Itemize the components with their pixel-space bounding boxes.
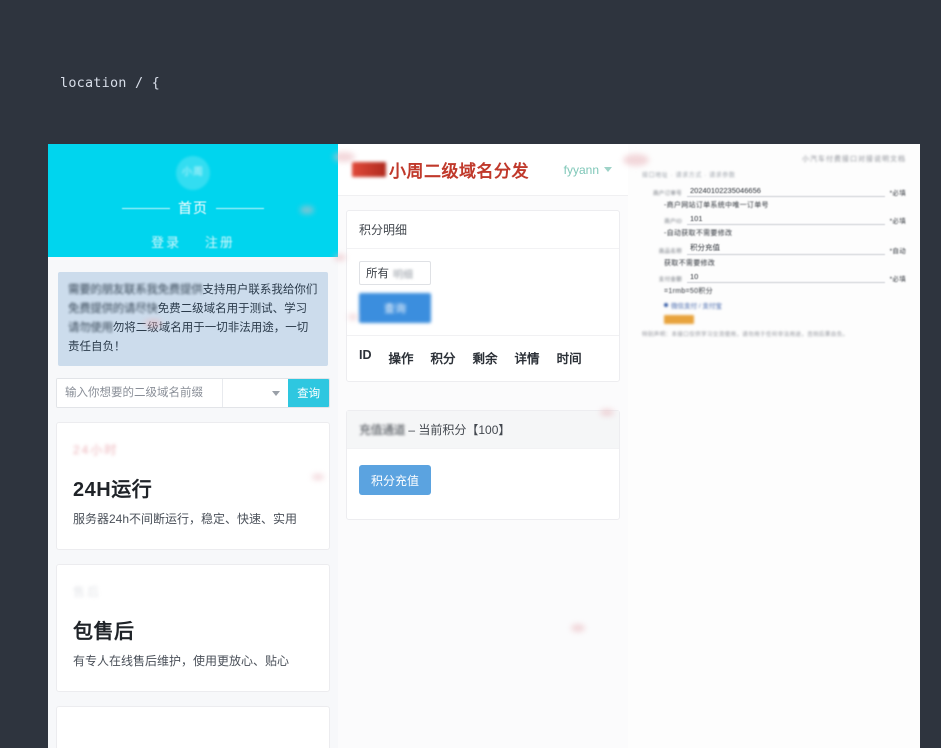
payment-doc-panel: 小汽车付费接口对接说明文档 接口地址 · 请求方式 · 请求参数 商户订单号 2… — [628, 144, 920, 748]
column-details: 详情 — [514, 352, 540, 366]
feature-card-desc: 有专人在线售后维护，使用更放心、贴心 — [73, 654, 290, 668]
feature-card-third-cutoff — [56, 706, 330, 748]
submit-button[interactable] — [664, 315, 694, 324]
recharge-card: 充值通道 – 当前积分【100】 积分充值 — [346, 410, 620, 520]
field-note: -自动获取不需要修改 — [664, 230, 733, 237]
domain-search-row: 查询 — [56, 378, 330, 408]
chevron-down-icon — [272, 390, 281, 396]
recharge-card-body: 积分充值 — [347, 449, 619, 519]
form-row-order-no: 商户订单号 20240102235046656 *必填 — [642, 186, 906, 197]
card-deco-mark: 24小时 — [73, 443, 119, 457]
amount-field[interactable]: 10 — [687, 272, 885, 283]
field-required-mark: *必填 — [889, 276, 906, 283]
code-line-1: location / { — [60, 75, 160, 91]
recharge-channel-label: 充值通道 — [359, 423, 406, 437]
field-label: 商户订单号 — [652, 191, 682, 197]
field-auto-mark: *自动 — [889, 248, 906, 255]
field-label: 商户ID — [664, 219, 682, 225]
points-type-tail: 明细 — [393, 269, 413, 281]
admin-panel: 小周二级域名分发 fyyann 积分明细 所有 明细 查询 ID 操作 积分 剩… — [338, 144, 628, 748]
rule-left — [122, 207, 170, 209]
doc-footer-note: 特别声明：本接口仅供学习交流使用，请勿用于任何非法用途，否则后果自负。 — [642, 332, 849, 338]
recharge-card-header: 充值通道 – 当前积分【100】 — [347, 411, 619, 449]
notice-line3: 勿将二级域名用于一切非法用途，一切 — [112, 322, 309, 334]
merchant-id-field[interactable]: 101 — [687, 214, 885, 225]
card-deco-mark: 售后 — [73, 585, 102, 599]
domain-prefix-input[interactable] — [57, 379, 223, 407]
feature-card-title: 24H运行 — [73, 479, 153, 501]
admin-topbar: 小周二级域名分发 fyyann — [338, 144, 628, 196]
product-name-field[interactable]: 积分充值 — [687, 242, 885, 255]
payment-method-label: 微信支付 / 支付宝 — [671, 303, 722, 310]
form-row-merchant-id: 商户ID 101 *必填 — [642, 214, 906, 225]
notice-line2: 免费二级域名用于测试、学习 — [157, 303, 308, 315]
rule-right — [216, 207, 264, 209]
points-type-select[interactable]: 所有 明细 — [359, 261, 431, 285]
site-logo: 小周 — [176, 156, 210, 190]
query-button[interactable]: 查询 — [288, 379, 329, 407]
feature-card-desc: 服务器24h不间断运行，稳定、快速、实用 — [73, 512, 298, 526]
mobile-header: 小周 首页 登录 注册 — [48, 144, 338, 257]
login-link[interactable]: 登录 — [151, 235, 181, 250]
column-points: 积分 — [430, 352, 456, 366]
points-filter-body: 所有 明细 查询 — [347, 249, 619, 335]
field-required-mark: *必填 — [889, 190, 906, 197]
recharge-points-button[interactable]: 积分充值 — [359, 465, 431, 495]
radio-selected-icon — [664, 303, 668, 307]
user-menu[interactable]: fyyann — [564, 163, 612, 177]
mobile-site-panel: 小周 首页 登录 注册 需要的朋友联系我免费提供支持用户联系我给你们 免费提供的… — [48, 144, 338, 748]
points-filter-button[interactable]: 查询 — [359, 293, 431, 323]
points-detail-title: 积分明细 — [347, 211, 619, 249]
embedded-screenshot: 小周 首页 登录 注册 需要的朋友联系我免费提供支持用户联系我给你们 免费提供的… — [48, 144, 920, 748]
form-row-amount: 支付金额 10 *必填 — [642, 272, 906, 283]
field-label: 支付金额 — [658, 277, 682, 283]
field-note: 获取不需要修改 — [664, 260, 716, 267]
notice-line3-blurred: 请勿使用 — [68, 322, 113, 334]
brand-logo-icon — [352, 162, 386, 177]
column-id: ID — [359, 348, 372, 362]
admin-brand[interactable]: 小周二级域名分发 — [352, 157, 529, 182]
feature-card-24h: 24小时 24H运行 服务器24h不间断运行，稳定、快速、实用 — [56, 422, 330, 550]
current-points-label: – 当前积分【100】 — [408, 423, 511, 437]
register-link[interactable]: 注册 — [205, 235, 235, 250]
domain-suffix-select[interactable] — [222, 379, 289, 407]
points-detail-card: 积分明细 所有 明细 查询 ID 操作 积分 剩余 详情 时间 — [346, 210, 620, 382]
notice-box: 需要的朋友联系我免费提供支持用户联系我给你们 免费提供的请尽快免费二级域名用于测… — [58, 272, 328, 366]
field-note: =1rmb=50积分 — [664, 288, 713, 295]
chevron-down-icon — [604, 167, 612, 172]
column-time: 时间 — [556, 352, 582, 366]
field-label: 商品名称 — [658, 249, 682, 255]
field-note: -商户网站订单系统中唯一订单号 — [664, 202, 769, 209]
column-remaining: 剩余 — [472, 352, 498, 366]
feature-card-aftersales: 售后 包售后 有专人在线售后维护，使用更放心、贴心 — [56, 564, 330, 692]
nav-home[interactable]: 首页 — [48, 198, 338, 218]
auth-links: 登录 注册 — [48, 232, 338, 251]
column-operation: 操作 — [388, 352, 414, 366]
doc-title: 小汽车付费接口对接说明文档 — [802, 156, 906, 163]
form-row-product-name: 商品名称 积分充值 *自动 — [642, 242, 906, 255]
notice-line2-blurred: 免费提供的请尽快 — [68, 303, 158, 315]
nav-home-label: 首页 — [178, 200, 208, 216]
field-required-mark: *必填 — [889, 218, 906, 225]
notice-line1-blurred: 需要的朋友联系我免费提供 — [68, 284, 203, 296]
admin-brand-label: 小周二级域名分发 — [389, 162, 529, 181]
user-name-label: fyyann — [563, 162, 599, 177]
feature-card-title: 包售后 — [73, 621, 135, 643]
order-no-field[interactable]: 20240102235046656 — [687, 186, 885, 197]
notice-line4: 责任自负！ — [68, 341, 126, 353]
points-type-value: 所有 — [366, 268, 389, 280]
card-deco-mark — [73, 725, 313, 743]
notice-line1: 支持用户联系我给你们 — [202, 284, 318, 296]
points-table-header: ID 操作 积分 剩余 详情 时间 — [347, 335, 619, 381]
doc-breadcrumb: 接口地址 · 请求方式 · 请求参数 — [642, 173, 736, 179]
payment-method-radio[interactable]: 微信支付 / 支付宝 — [642, 300, 906, 310]
